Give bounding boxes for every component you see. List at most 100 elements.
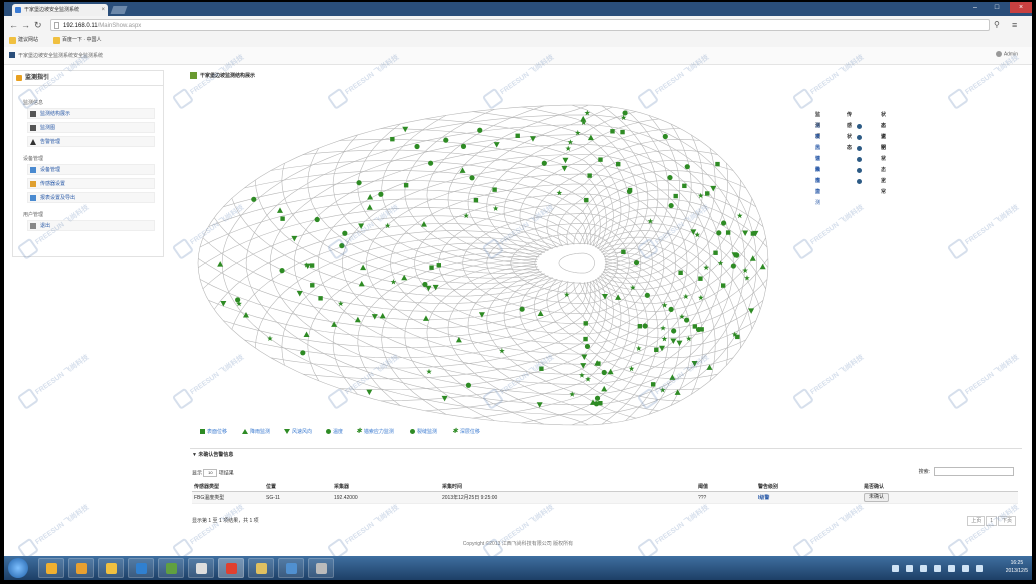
sensor-marker-square[interactable] [403,183,409,188]
sensor-marker-star[interactable] [426,368,432,375]
sensor-marker-circle[interactable] [279,268,285,274]
tab-close-icon[interactable]: × [101,4,105,16]
sensor-marker-star[interactable] [584,110,591,116]
taskbar-app[interactable] [128,558,154,578]
sensor-marker-circle[interactable] [601,369,607,376]
legend-item[interactable]: 表面位移 [200,428,227,435]
sensor-marker-circle[interactable] [314,216,320,223]
sensor-marker-triangle[interactable] [367,194,374,200]
reload-button[interactable]: ↻ [34,20,42,30]
sensor-marker-square[interactable] [750,231,756,236]
taskbar-clock[interactable]: 16:25 2013/12/5 [1006,559,1028,575]
sensor-marker-tridown[interactable] [425,285,432,292]
sensor-marker-star[interactable] [579,372,585,378]
sidebar-item-reports[interactable]: 报表设置及导出 [27,192,155,203]
menu-icon[interactable]: ≡ [1012,20,1017,30]
sensor-marker-tridown[interactable] [580,363,587,369]
sensor-marker-triangle[interactable] [303,331,310,338]
sensor-marker-circle[interactable] [684,164,690,170]
sensor-marker-tridown[interactable] [402,126,409,133]
sensor-marker-circle[interactable] [443,137,449,143]
sensor-marker-triangle[interactable] [759,263,766,270]
sensor-marker-square[interactable] [596,361,601,366]
sidebar-item-structure[interactable]: 监测结构展示 [27,108,155,119]
sensor-marker-triangle[interactable] [331,321,338,327]
tray-icon[interactable] [976,565,983,572]
sensor-marker-square[interactable] [698,276,703,281]
sensor-marker-circle[interactable] [730,263,736,269]
sensor-marker-square[interactable] [627,187,633,193]
minimize-button[interactable]: – [964,2,986,13]
sensor-marker-circle[interactable] [584,343,591,350]
tray-icon[interactable] [906,565,913,572]
home-icon[interactable] [9,52,15,58]
sensor-marker-circle[interactable] [734,252,740,258]
sensor-marker-square[interactable] [587,173,592,178]
legend-item[interactable]: 裂缝监测 [410,428,437,435]
sensor-marker-circle[interactable] [339,243,345,249]
sensor-marker-square[interactable] [673,193,678,199]
sensor-marker-square[interactable] [598,400,603,406]
taskbar-app[interactable] [188,558,214,578]
start-button[interactable] [8,558,28,578]
sensor-marker-triangle[interactable] [459,167,466,173]
sensor-marker-square[interactable] [318,296,323,301]
sensor-marker-circle[interactable] [695,326,702,333]
sensor-marker-square[interactable] [610,129,615,134]
taskbar-app[interactable] [248,558,274,578]
sensor-marker-circle[interactable] [300,350,306,356]
sensor-marker-square[interactable] [280,216,285,221]
column-header[interactable]: 阈值 [696,481,756,492]
sensor-marker-square[interactable] [436,263,441,268]
sensor-marker-circle[interactable] [469,175,475,181]
sensor-marker-circle[interactable] [342,230,348,236]
sensor-marker-square[interactable] [515,133,520,138]
sensor-marker-circle[interactable] [251,196,257,202]
taskbar-app[interactable] [98,558,124,578]
next-page-button[interactable]: 下页 [997,516,1016,526]
sensor-marker-star[interactable] [567,139,574,145]
sensor-marker-circle[interactable] [668,306,674,312]
zoom-icon[interactable]: ⚲ [994,20,1000,30]
search-input[interactable] [934,467,1014,476]
sensor-marker-square[interactable] [713,250,718,255]
confirm-button[interactable]: 未确认 [864,493,890,502]
column-header[interactable]: 警告级别 [756,481,862,492]
sensor-marker-square[interactable] [492,187,497,192]
sensor-marker-circle[interactable] [721,220,727,226]
sensor-marker-circle[interactable] [414,143,420,150]
column-header[interactable]: 位置 [264,481,332,492]
sensor-marker-star[interactable] [585,376,591,382]
sensor-marker-square[interactable] [692,324,698,329]
network-icon[interactable] [934,565,941,572]
column-header[interactable]: 采集时间 [440,481,696,492]
sensor-marker-circle[interactable] [716,230,722,236]
column-header[interactable]: 采集器 [332,481,440,492]
sensor-marker-circle[interactable] [235,297,241,303]
sensor-marker-circle[interactable] [356,180,362,186]
tray-icon[interactable] [892,565,899,572]
sensor-marker-triangle[interactable] [366,204,373,210]
sensor-marker-square[interactable] [682,183,687,189]
sensor-marker-tridown[interactable] [562,157,569,164]
taskbar-app[interactable] [308,558,334,578]
sensor-marker-circle[interactable] [668,202,674,209]
sensor-marker-square[interactable] [583,336,588,342]
sensor-marker-tridown[interactable] [529,136,536,142]
sensor-marker-square[interactable] [725,230,731,235]
sensor-marker-square[interactable] [473,197,479,203]
sensor-marker-triangle[interactable] [276,207,283,213]
sensor-marker-tridown[interactable] [601,294,608,300]
legend-item[interactable]: ✱ 深层位移 [452,428,480,435]
sensor-marker-circle[interactable] [541,160,547,166]
sensor-marker-tridown[interactable] [432,284,439,291]
prev-page-button[interactable]: 上页 [967,516,986,526]
new-tab-button[interactable] [110,6,128,14]
sensor-marker-triangle[interactable] [379,312,386,319]
sensor-marker-circle[interactable] [622,110,628,116]
sidebar-item-alarms[interactable]: 告警管理 [27,136,155,147]
column-header[interactable]: 传感器类型 [192,481,264,492]
sensor-marker-square[interactable] [637,324,643,329]
monitor-item-link[interactable]: 湿度 [815,176,820,198]
sensor-marker-triangle[interactable] [455,336,462,343]
